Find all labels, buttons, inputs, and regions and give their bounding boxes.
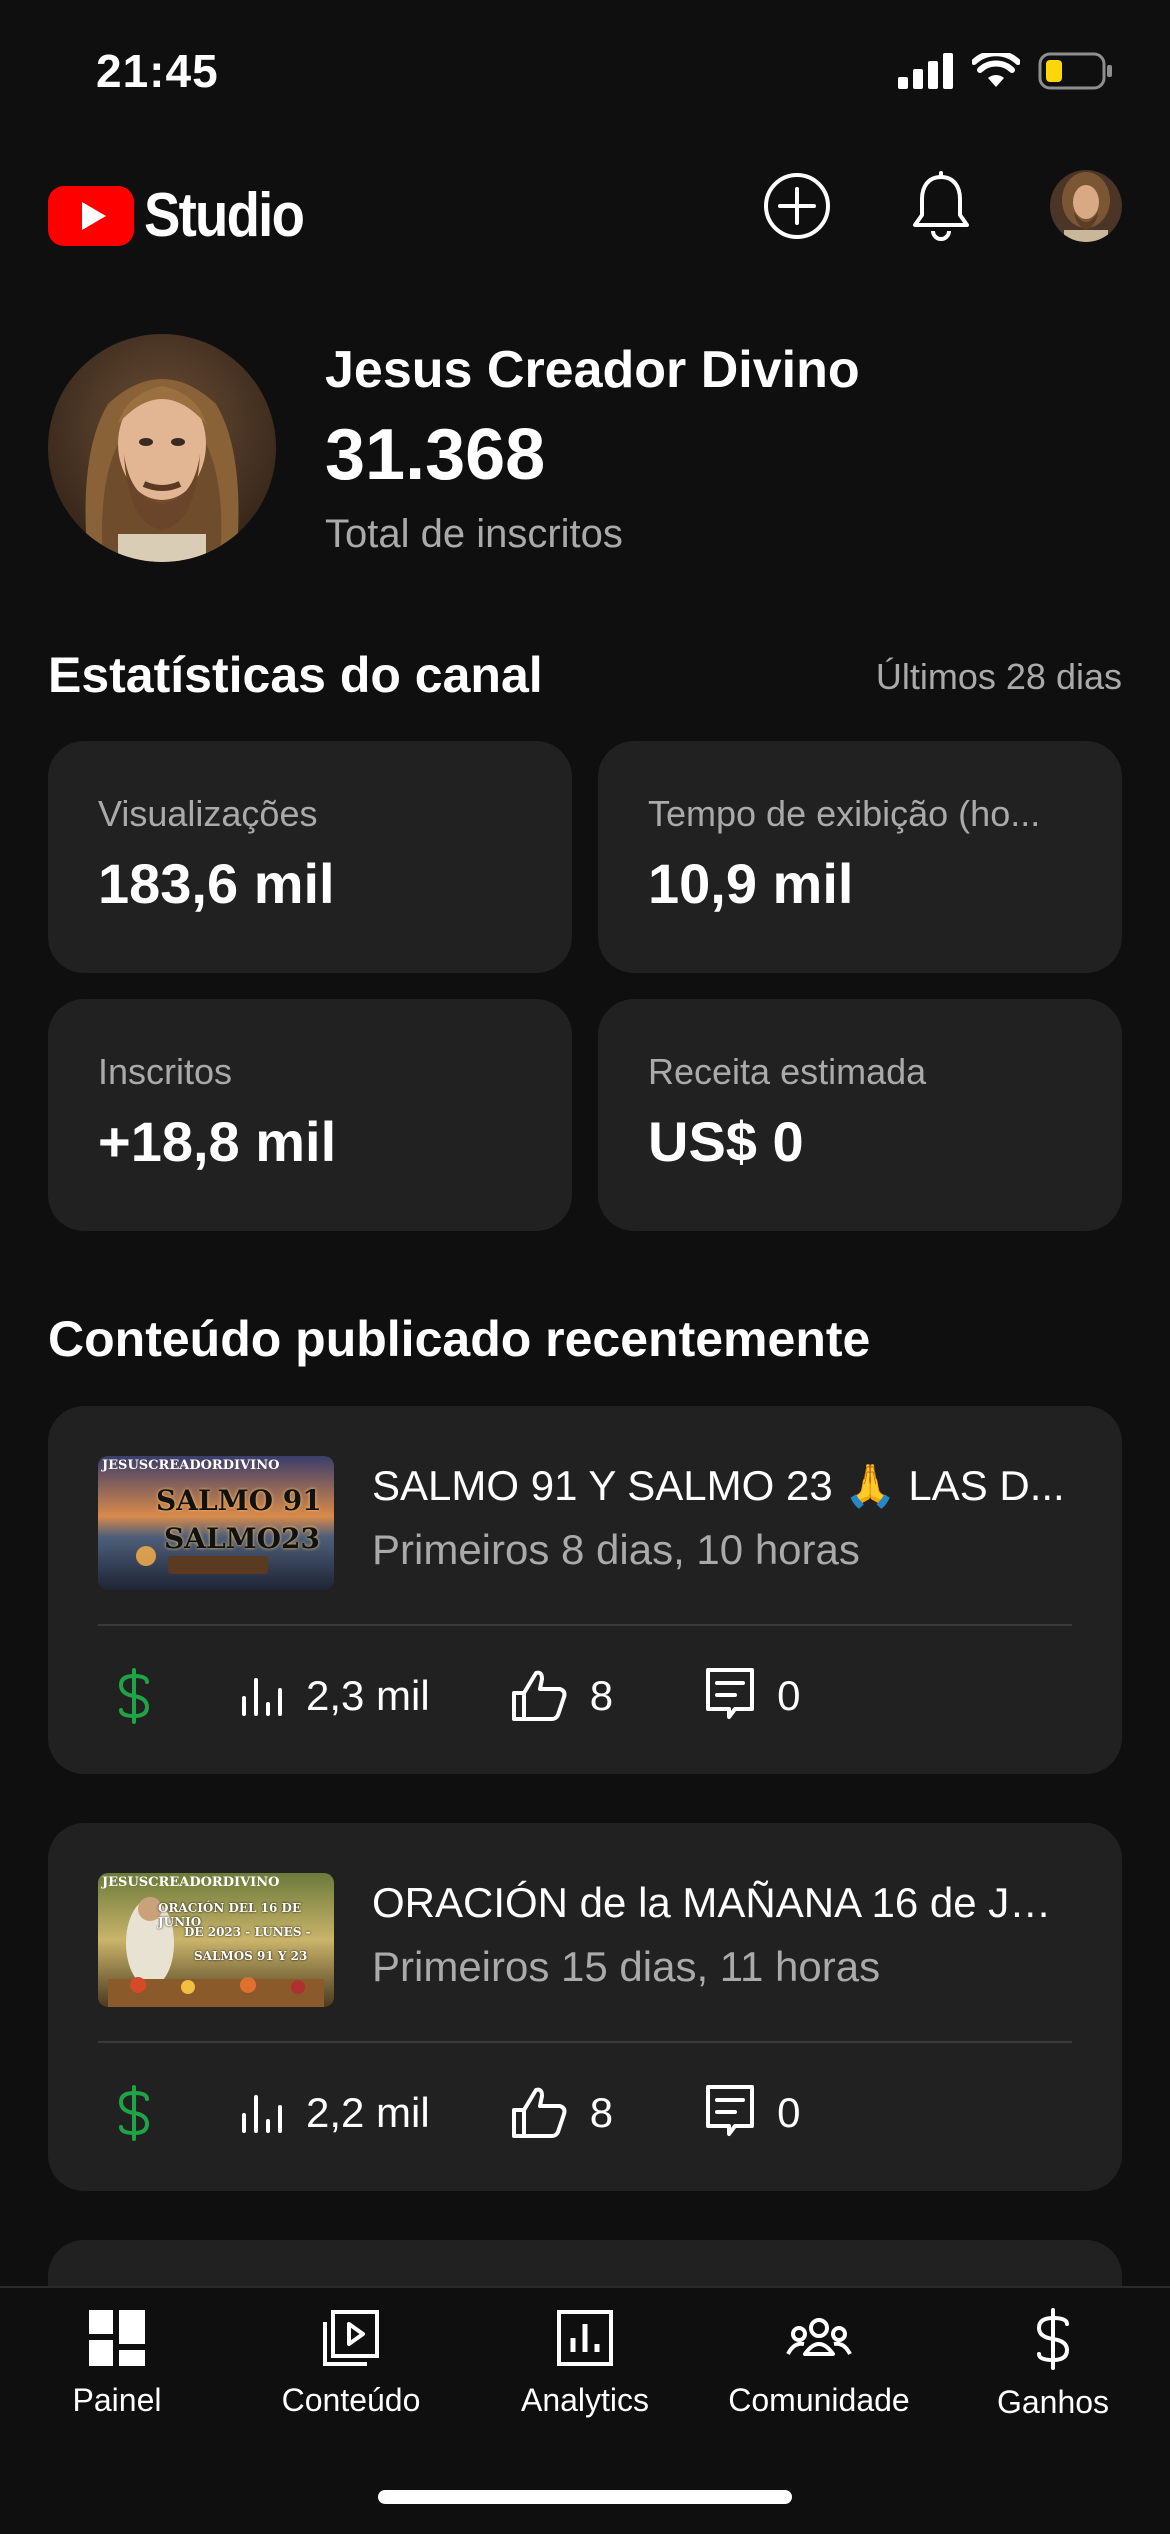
wifi-icon [972,53,1020,87]
likes-metric: 8 [510,1669,613,1723]
stat-card-subscribers[interactable]: Inscritos +18,8 mil [48,999,572,1231]
nav-item-analytics[interactable]: Analytics [468,2308,702,2419]
plus-circle-icon [764,173,830,239]
stat-label: Receita estimada [648,1051,927,1092]
status-icons [898,52,1114,90]
channel-portrait-icon [48,334,276,562]
earn-icon [1036,2308,1070,2370]
nav-item-content[interactable]: Conteúdo [234,2308,468,2419]
nav-label: Comunidade [728,2382,910,2418]
monetization-dollar-icon [118,1668,150,1724]
stat-value: 183,6 mil [98,852,335,915]
comment-icon [706,1668,755,1719]
account-avatar[interactable] [1050,170,1122,242]
video-title[interactable]: SALMO 91 Y SALMO 23 🙏 LAS D... [372,1462,1072,1511]
notifications-button[interactable] [901,166,981,246]
home-indicator[interactable] [378,2490,792,2504]
subscriber-label: Total de inscritos [325,512,623,556]
comments-count: 0 [777,1672,801,1719]
stat-value: 10,9 mil [648,852,854,915]
video-card[interactable]: JESUSCREADORDIVINO ORACIÓN DEL 16 DE JUN… [48,1823,1122,2191]
stat-value: US$ 0 [648,1110,804,1173]
video-metrics: 2,3 mil 8 0 [98,1656,800,1736]
video-card[interactable]: JESUSCREADORDIVINO SALMO 91 SALMO23 SALM… [48,1406,1122,1774]
thumbnail-title-line2: SALMO23 [164,1522,320,1555]
views-bars-icon [242,2095,282,2133]
comments-metric: 0 [705,1667,800,1725]
views-metric: 2,3 mil [240,1672,430,1720]
thumbnail-channel-text: JESUSCREADORDIVINO [102,1875,280,1890]
cellular-signal-icon [898,53,953,89]
create-button[interactable] [757,166,837,246]
nav-item-earn[interactable]: Ganhos [936,2308,1170,2421]
comments-count: 0 [777,2089,801,2136]
subscriber-count: 31.368 [325,415,546,495]
channel-stats-title: Estatísticas do canal [48,647,543,703]
divider [98,1624,1072,1626]
status-time: 21:45 [96,45,219,97]
dashboard-icon [89,2310,145,2366]
video-title[interactable]: ORACIÓN de la MAÑANA 16 de JU... [372,1879,1072,1927]
divider [98,2041,1072,2043]
nav-label: Conteúdo [281,2382,421,2418]
bell-icon [913,171,969,241]
avatar-portrait-icon [1050,170,1122,242]
community-icon [786,2318,852,2356]
thumbs-up-icon [511,2087,567,2138]
video-period: Primeiros 8 dias, 10 horas [372,1526,860,1573]
likes-count: 8 [589,2089,614,2136]
thumbnail-title-line3: SALMOS 91 Y 23 [194,1949,308,1963]
views-count: 2,3 mil [306,1672,430,1719]
stat-label: Tempo de exibição (ho... [648,793,1041,834]
thumbnail-title-line2: DE 2023 - LUNES - [184,1925,311,1939]
stat-card-views[interactable]: Visualizações 183,6 mil [48,741,572,973]
likes-metric: 8 [510,2086,613,2140]
views-count: 2,2 mil [306,2089,430,2136]
views-bars-icon [242,1678,282,1716]
battery-icon [1038,52,1112,90]
video-metrics: 2,2 mil 8 0 [98,2073,800,2153]
nav-item-dashboard[interactable]: Painel [0,2308,234,2419]
nav-label: Painel [72,2382,162,2418]
thumbnail-image [98,1873,334,2007]
likes-count: 8 [589,1672,614,1719]
stat-value: +18,8 mil [98,1110,337,1173]
stat-card-watch-time[interactable]: Tempo de exibição (ho... 10,9 mil [598,741,1122,973]
youtube-studio-logo[interactable]: Studio [48,180,325,251]
analytics-icon [557,2310,613,2366]
stat-label: Visualizações [98,793,318,834]
recent-content-title: Conteúdo publicado recentemente [48,1311,871,1367]
nav-item-community[interactable]: Comunidade [702,2308,936,2419]
video-thumbnail[interactable]: JESUSCREADORDIVINO SALMO 91 SALMO23 [98,1456,334,1590]
youtube-play-icon [48,185,134,246]
thumbnail-channel-text: JESUSCREADORDIVINO [102,1458,280,1473]
comments-metric: 0 [705,2084,800,2142]
video-thumbnail[interactable]: JESUSCREADORDIVINO ORACIÓN DEL 16 DE JUN… [98,1873,334,2007]
comment-icon [706,2085,755,2136]
video-period: Primeiros 15 dias, 11 horas [372,1943,881,1990]
nav-label: Ganhos [996,2384,1110,2420]
content-icon [323,2310,379,2366]
channel-avatar[interactable] [48,334,276,562]
stats-period[interactable]: Últimos 28 dias [876,656,1122,698]
thumbs-up-icon [511,1670,567,1721]
monetization-dollar-icon [118,2085,150,2141]
channel-name: Jesus Creador Divino [325,341,860,399]
stat-card-revenue[interactable]: Receita estimada US$ 0 [598,999,1122,1231]
studio-wordmark: Studio [144,181,305,250]
thumbnail-title-line1: SALMO 91 [156,1484,322,1517]
nav-label: Analytics [520,2382,650,2418]
stat-label: Inscritos [98,1051,233,1092]
views-metric: 2,2 mil [240,2089,430,2137]
